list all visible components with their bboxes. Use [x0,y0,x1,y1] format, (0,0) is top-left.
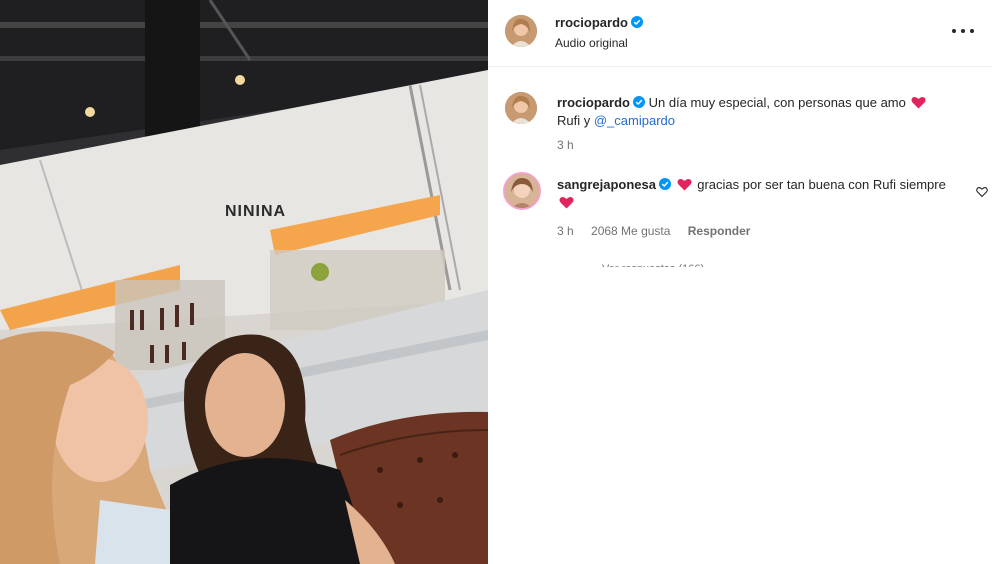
comment-meta: 3 h [557,138,588,152]
audio-label[interactable]: Audio original [555,36,628,50]
comment-time: 3 h [557,224,574,238]
post-media[interactable]: NININA [0,0,488,564]
post-header: rrociopardo Audio original [488,0,992,67]
verified-badge-icon [659,178,671,190]
more-options-icon[interactable] [952,22,974,40]
post-author-username[interactable]: rrociopardo [555,15,643,30]
media-illustration [0,0,488,564]
comment-body: gracias por ser tan buena con Rufi siemp… [697,177,946,192]
comment-username[interactable]: sangrejaponesa [557,177,656,192]
red-heart-emoji-icon [677,178,692,191]
reply-button[interactable]: Responder [688,224,751,238]
comment-text: rrociopardo Un día muy especial, con per… [557,94,957,130]
comment-text: sangrejaponesa gracias por ser tan buena… [557,176,957,212]
comment-likes[interactable]: 2068 Me gusta [591,224,670,238]
verified-badge-icon [632,96,645,108]
comment-body-continuation: Rufi y [557,113,591,128]
post-author-name[interactable]: rrociopardo [555,15,628,30]
comment-meta: 3 h 2068 Me gusta Responder [557,224,764,238]
commenter-avatar[interactable] [505,92,537,124]
restaurant-sign-text: NININA [225,203,287,220]
like-heart-outline-icon[interactable] [976,186,988,198]
comment-body: Un día muy especial, con personas que am… [648,95,906,110]
view-replies-link[interactable]: Ver respuestas (166) [602,260,704,267]
author-avatar[interactable] [505,15,537,47]
red-heart-emoji-icon [559,196,574,209]
post-details-panel: rrociopardo Audio original rrociopardo U… [488,0,992,564]
verified-badge-icon [630,16,643,28]
red-heart-emoji-icon [911,96,926,109]
comment-username[interactable]: rrociopardo [557,95,630,110]
mention-link[interactable]: @_camipardo [594,113,675,128]
commenter-avatar[interactable] [503,172,541,210]
comment-time: 3 h [557,138,574,152]
